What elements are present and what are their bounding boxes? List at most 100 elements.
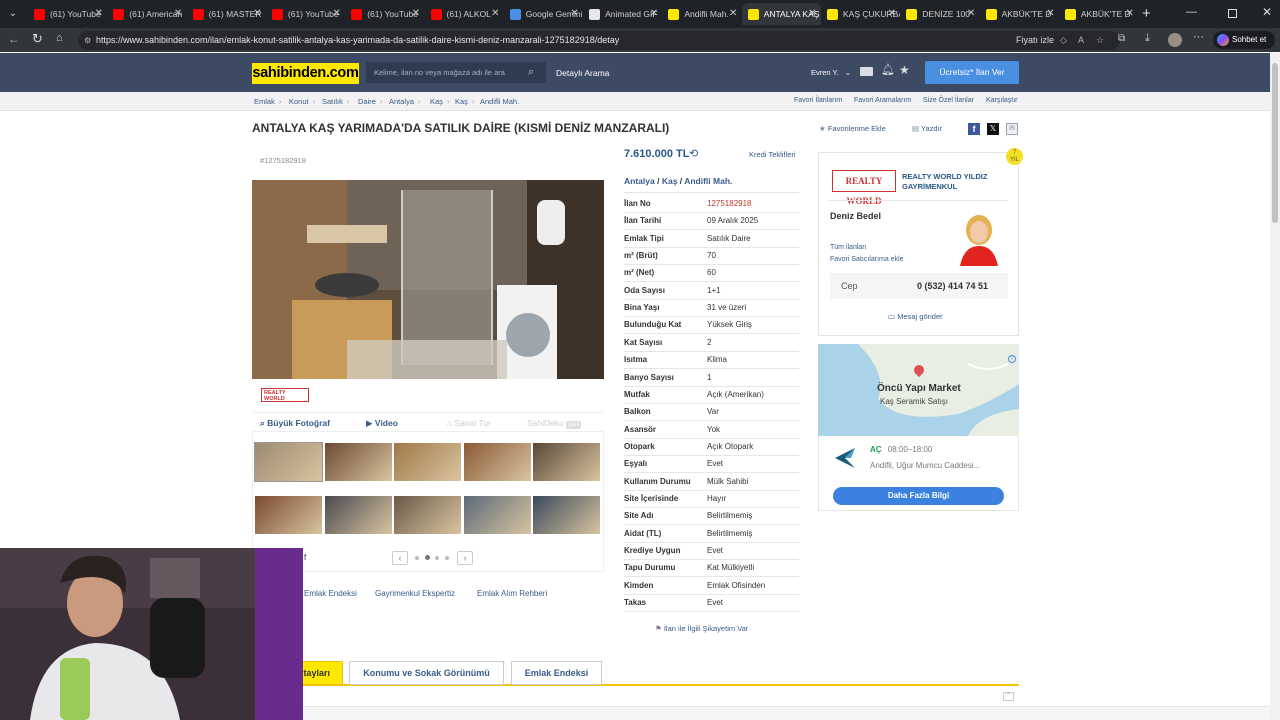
send-message-link[interactable]: ▭ Mesaj gönder — [888, 312, 943, 321]
print-link[interactable]: ▤ Yazdır — [912, 124, 942, 133]
credit-offers-link[interactable]: Kredi Teklifleri — [749, 150, 796, 159]
price-tag-icon[interactable]: ◇ — [1060, 31, 1067, 50]
profile-avatar[interactable] — [1168, 33, 1182, 47]
top-link[interactable]: Size Özel İlanlar — [923, 97, 974, 104]
browser-tab[interactable]: (61) YouTube ✕ — [266, 3, 345, 25]
copilot-chat-button[interactable]: Sohbet et — [1213, 31, 1275, 49]
location-city-link[interactable]: Antalya — [624, 176, 655, 186]
browser-tab[interactable]: KAŞ ÇUKURBAĞ✕ — [821, 3, 900, 25]
agent-company[interactable]: REALTY WORLD YILDIZ GAYRİMENKUL — [902, 172, 987, 192]
restore-button[interactable] — [1228, 9, 1237, 18]
home-icon[interactable]: ⌂ — [56, 32, 63, 44]
top-link[interactable]: Karşılaştır — [986, 97, 1018, 104]
page-scrollbar[interactable] — [1270, 53, 1280, 720]
browser-tab[interactable]: (61) YouTube ✕ — [28, 3, 107, 25]
close-tab-icon[interactable]: ✕ — [1046, 3, 1054, 25]
virtual-tour-button[interactable]: ⌂ Sanal Tur — [447, 418, 491, 428]
favorite-seller-link[interactable]: Favori Satıcılarıma ekle — [830, 256, 904, 263]
user-menu[interactable]: Evren Y. ⌄ — [811, 68, 851, 77]
close-tab-icon[interactable]: ✕ — [650, 3, 658, 25]
close-window-button[interactable]: ✕ — [1262, 5, 1272, 19]
scrollbar-thumb[interactable] — [1272, 63, 1278, 223]
browser-tab[interactable]: (61) ALKOL ✕ — [425, 3, 504, 25]
reload-icon[interactable]: ↻ — [32, 31, 43, 47]
browser-tab[interactable]: Animated GIF ✕ — [583, 3, 662, 25]
search-icon[interactable]: ⌕ — [528, 62, 534, 83]
ad-info-icon[interactable]: i — [1008, 355, 1016, 363]
agent-photo[interactable] — [956, 210, 1002, 266]
sahideko-button[interactable]: SahiDeko yeni — [527, 418, 582, 429]
browser-tab[interactable]: Google Gemini ✕ — [504, 3, 583, 25]
complaint-link[interactable]: ⚑ İlan ile İlgili Şikayetim Var — [655, 624, 748, 633]
close-tab-icon[interactable]: ✕ — [888, 3, 896, 25]
detailed-search-link[interactable]: Detaylı Arama — [556, 68, 609, 78]
breadcrumb-item[interactable]: Antalya › — [389, 97, 421, 106]
price-history-icon[interactable]: ⟲ — [689, 147, 698, 160]
close-tab-icon[interactable]: ✕ — [729, 3, 737, 25]
browser-tab[interactable]: (61) MASTER ✕ — [187, 3, 266, 25]
tab-list-button[interactable]: ⌄ — [6, 7, 20, 21]
close-tab-icon[interactable]: ✕ — [174, 3, 182, 25]
breadcrumb-item[interactable]: Andifli Mah. — [480, 97, 519, 106]
close-tab-icon[interactable]: ✕ — [1126, 3, 1134, 25]
browser-tab[interactable]: (61) American ✕ — [107, 3, 186, 25]
breadcrumb-item[interactable]: Kaş › — [455, 97, 474, 106]
close-tab-icon[interactable]: ✕ — [253, 3, 261, 25]
breadcrumb-item[interactable]: Emlak › — [254, 97, 281, 106]
read-aloud-icon[interactable]: A — [1078, 31, 1084, 50]
search-input[interactable]: Kelime, ilan no veya mağaza adı ile ara … — [366, 62, 546, 83]
tab-location[interactable]: Konumu ve Sokak Görünümü — [349, 661, 504, 685]
breadcrumb-item[interactable]: Konut › — [289, 97, 315, 106]
browser-tab[interactable]: (61) YouTube ✕ — [345, 3, 424, 25]
add-favorite-link[interactable]: ★ Favorilerime Ekle — [819, 124, 886, 133]
info-link[interactable]: Emlak Alım Rehberi — [477, 589, 547, 598]
browser-tab[interactable]: DENİZE 100 ✕ — [900, 3, 979, 25]
video-button[interactable]: ▶︎ Video — [366, 418, 398, 429]
close-tab-icon[interactable]: ✕ — [491, 3, 499, 25]
browser-tab[interactable]: AKBÜK'TE D ✕ — [1059, 3, 1138, 25]
post-ad-button[interactable]: Ücretsiz* İlan Ver — [925, 61, 1019, 84]
browser-tab[interactable]: ANTALYA KAŞ ✕ — [741, 3, 821, 25]
messages-icon[interactable] — [860, 67, 873, 76]
site-logo[interactable]: sahibinden.com — [252, 63, 359, 84]
close-tab-icon[interactable]: ✕ — [967, 3, 975, 25]
top-link[interactable]: Favori Aramalarım — [854, 97, 911, 104]
info-link[interactable]: Emlak Endeksi — [304, 589, 357, 598]
download-icon[interactable]: ⤓ — [1145, 32, 1150, 45]
tab-emlak-index[interactable]: Emlak Endeksi — [511, 661, 602, 685]
breadcrumb-item[interactable]: Satılık › — [322, 97, 349, 106]
favorite-star-icon[interactable]: ☆ — [1096, 31, 1104, 50]
price-track-label[interactable]: Fiyatı izle — [1016, 31, 1054, 50]
location-district-link[interactable]: Kaş — [662, 176, 678, 186]
agent-logo[interactable]: REALTY WORLD — [832, 170, 896, 206]
close-tab-icon[interactable]: ✕ — [333, 3, 341, 25]
big-photo-button[interactable]: ⌕ Büyük Fotoğraf — [260, 418, 330, 429]
phone-number[interactable]: 0 (532) 414 74 51 — [917, 281, 988, 291]
minimize-button[interactable]: — — [1186, 6, 1197, 18]
info-link[interactable]: Gayrimenkul Ekspertiz — [375, 589, 455, 598]
top-link[interactable]: Favori İlanlarım — [794, 97, 842, 104]
back-icon[interactable]: ← — [8, 32, 20, 46]
close-tab-icon[interactable]: ✕ — [808, 3, 816, 25]
notification-bell-icon[interactable]: 🔔︎ — [881, 63, 895, 76]
close-tab-icon[interactable]: ✕ — [412, 3, 420, 25]
collapse-icon[interactable]: ⌃ — [1003, 692, 1014, 701]
facebook-share-icon[interactable]: f — [968, 123, 980, 135]
site-info-icon[interactable]: ⚙ — [84, 31, 91, 50]
extensions-icon[interactable]: ⧉ — [1118, 33, 1125, 44]
close-tab-icon[interactable]: ✕ — [570, 3, 578, 25]
all-ads-link[interactable]: Tüm ilanları — [830, 244, 867, 251]
favorites-star-icon[interactable]: ★ — [899, 63, 910, 77]
x-share-icon[interactable]: 𝕏 — [987, 123, 999, 135]
more-menu-icon[interactable]: ··· — [1193, 31, 1204, 43]
url-input[interactable]: ⚙ https://www.sahibinden.com/ilan/emlak-… — [78, 31, 1120, 50]
email-share-icon[interactable]: ✉ — [1006, 123, 1018, 135]
map-ad[interactable]: i Öncü Yapı Market Kaş Seramik Satışı — [818, 344, 1019, 436]
main-photo[interactable] — [252, 180, 604, 379]
close-tab-icon[interactable]: ✕ — [95, 3, 103, 25]
browser-tab[interactable]: AKBÜK'TE D ✕ — [980, 3, 1059, 25]
location-neighborhood-link[interactable]: Andifli Mah. — [684, 176, 732, 186]
browser-tab[interactable]: Andifli Mah. ✕ — [662, 3, 741, 25]
breadcrumb-item[interactable]: Daire › — [358, 97, 382, 106]
new-tab-button[interactable]: + — [1142, 5, 1151, 22]
